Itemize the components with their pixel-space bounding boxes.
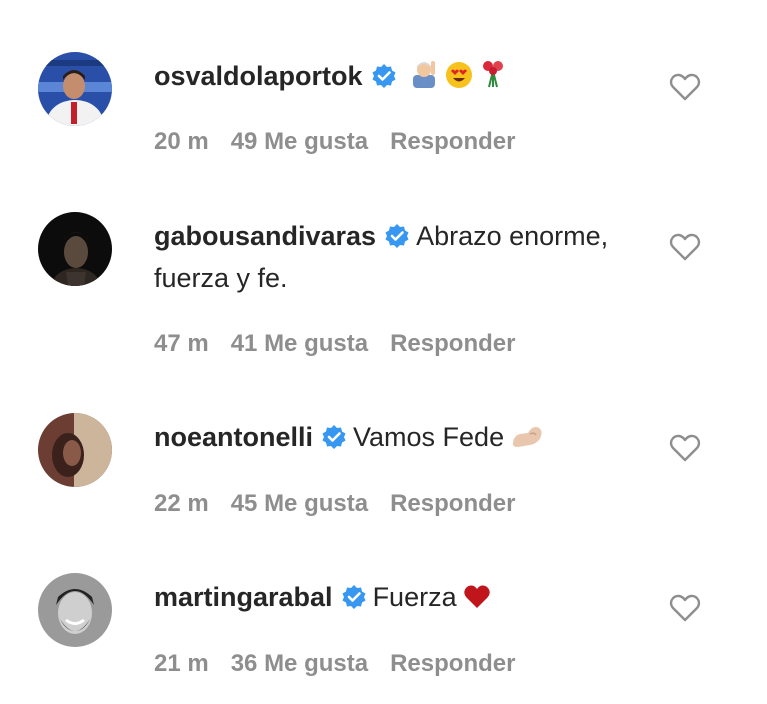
comment-text: Fuerza bbox=[372, 582, 457, 612]
username[interactable]: martingarabal bbox=[154, 582, 333, 612]
username[interactable]: noeantonelli bbox=[154, 422, 313, 452]
verified-badge-icon bbox=[385, 224, 409, 248]
avatar[interactable] bbox=[38, 212, 112, 286]
verified-badge-icon bbox=[372, 64, 396, 88]
comments-list: osvaldolaportok 20 m 49 Me gusta Responder… bbox=[0, 0, 767, 704]
likes-count[interactable]: 49 Me gusta bbox=[231, 128, 368, 155]
reply-button[interactable]: Responder bbox=[390, 330, 515, 357]
red-heart-emoji-icon bbox=[463, 580, 491, 622]
comment-body: gabousandivaras Abrazo enorme, fuerza y f… bbox=[154, 215, 624, 299]
avatar[interactable] bbox=[38, 52, 112, 126]
like-heart-icon[interactable] bbox=[669, 232, 701, 262]
comment-meta: 20 m 49 Me gusta Responder bbox=[154, 128, 537, 156]
likes-count[interactable]: 45 Me gusta bbox=[231, 490, 368, 517]
reply-button[interactable]: Responder bbox=[390, 128, 515, 155]
reply-button[interactable]: Responder bbox=[390, 490, 515, 517]
like-heart-icon[interactable] bbox=[669, 72, 701, 102]
comment-meta: 21 m 36 Me gusta Responder bbox=[154, 650, 537, 678]
comment-time: 21 m bbox=[154, 650, 209, 677]
comment-body: martingarabal Fuerza bbox=[154, 576, 624, 622]
comment-text: Vamos Fede bbox=[353, 422, 505, 452]
comment-meta: 22 m 45 Me gusta Responder bbox=[154, 490, 537, 518]
verified-badge-icon bbox=[322, 425, 346, 449]
comment-time: 22 m bbox=[154, 490, 209, 517]
reply-button[interactable]: Responder bbox=[390, 650, 515, 677]
heart-eyes-emoji-icon bbox=[445, 59, 473, 101]
comment-body: noeantonelli Vamos Fede bbox=[154, 416, 624, 462]
comment-time: 47 m bbox=[154, 330, 209, 357]
like-heart-icon[interactable] bbox=[669, 593, 701, 623]
verified-badge-icon bbox=[342, 585, 366, 609]
likes-count[interactable]: 36 Me gusta bbox=[231, 650, 368, 677]
roses-emoji-icon bbox=[479, 59, 507, 101]
comment-time: 20 m bbox=[154, 128, 209, 155]
username[interactable]: osvaldolaportok bbox=[154, 61, 363, 91]
username[interactable]: gabousandivaras bbox=[154, 221, 376, 251]
likes-count[interactable]: 41 Me gusta bbox=[231, 330, 368, 357]
like-heart-icon[interactable] bbox=[669, 433, 701, 463]
avatar[interactable] bbox=[38, 413, 112, 487]
flexed-biceps-emoji-icon bbox=[510, 420, 546, 462]
avatar[interactable] bbox=[38, 573, 112, 647]
comment-meta: 47 m 41 Me gusta Responder bbox=[154, 330, 537, 358]
person-raising-hand-emoji-icon bbox=[409, 59, 439, 101]
comment-body: osvaldolaportok bbox=[154, 55, 624, 101]
